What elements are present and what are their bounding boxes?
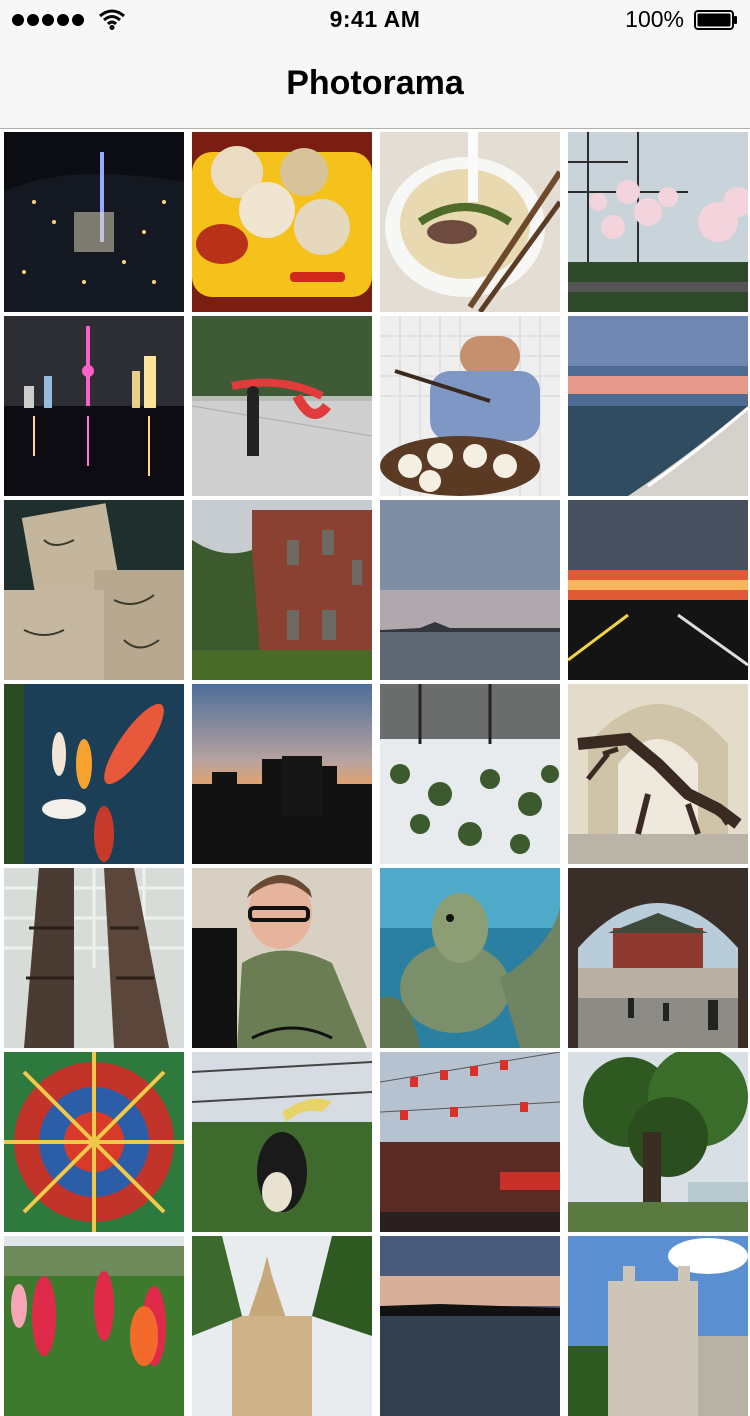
photo-thumbnail — [380, 868, 560, 1048]
photo-cell[interactable] — [380, 316, 560, 496]
photo-thumbnail — [4, 1236, 184, 1416]
photo-cell[interactable] — [192, 684, 372, 864]
photo-thumbnail — [380, 132, 560, 312]
photo-cell[interactable] — [568, 1236, 748, 1416]
photo-cell[interactable] — [192, 1236, 372, 1416]
photo-thumbnail — [380, 684, 560, 864]
photo-cell[interactable] — [568, 316, 748, 496]
photo-thumbnail — [568, 316, 748, 496]
photo-thumbnail — [568, 1236, 748, 1416]
photo-cell[interactable] — [4, 316, 184, 496]
photo-cell[interactable] — [192, 1052, 372, 1232]
photo-cell[interactable] — [568, 500, 748, 680]
photo-cell[interactable] — [192, 316, 372, 496]
photo-thumbnail — [4, 1052, 184, 1232]
photo-cell[interactable] — [192, 132, 372, 312]
photo-thumbnail — [192, 868, 372, 1048]
photo-cell[interactable] — [568, 1052, 748, 1232]
photo-thumbnail — [380, 316, 560, 496]
photo-thumbnail — [4, 316, 184, 496]
photo-thumbnail — [192, 1236, 372, 1416]
photo-cell[interactable] — [4, 868, 184, 1048]
photo-cell[interactable] — [568, 132, 748, 312]
status-bar: 9:41 AM 100% — [0, 0, 750, 40]
photo-thumbnail — [4, 500, 184, 680]
photo-thumbnail — [192, 684, 372, 864]
photo-thumbnail — [568, 500, 748, 680]
photo-thumbnail — [4, 868, 184, 1048]
photo-thumbnail — [568, 1052, 748, 1232]
photo-cell[interactable] — [568, 684, 748, 864]
photo-thumbnail — [192, 1052, 372, 1232]
photo-thumbnail — [568, 132, 748, 312]
battery-icon — [694, 10, 737, 30]
battery-percentage: 100% — [625, 6, 684, 32]
photo-cell[interactable] — [192, 500, 372, 680]
navigation-bar: Photorama — [0, 40, 750, 129]
photo-cell[interactable] — [380, 1052, 560, 1232]
photo-cell[interactable] — [568, 868, 748, 1048]
photo-thumbnail — [4, 684, 184, 864]
photo-thumbnail — [192, 316, 372, 496]
photo-cell[interactable] — [4, 684, 184, 864]
photo-thumbnail — [192, 132, 372, 312]
photo-grid — [4, 132, 748, 1416]
photo-thumbnail — [380, 500, 560, 680]
page-title: Photorama — [286, 64, 464, 102]
photo-cell[interactable] — [380, 500, 560, 680]
photo-cell[interactable] — [380, 1236, 560, 1416]
photo-thumbnail — [192, 500, 372, 680]
photo-thumbnail — [380, 1052, 560, 1232]
photo-cell[interactable] — [4, 500, 184, 680]
photo-cell[interactable] — [380, 684, 560, 864]
photo-cell[interactable] — [4, 1236, 184, 1416]
photo-thumbnail — [568, 868, 748, 1048]
photo-cell[interactable] — [192, 868, 372, 1048]
photo-thumbnail — [4, 132, 184, 312]
photo-cell[interactable] — [380, 132, 560, 312]
photo-cell[interactable] — [4, 132, 184, 312]
photo-cell[interactable] — [380, 868, 560, 1048]
photo-thumbnail — [380, 1236, 560, 1416]
photo-cell[interactable] — [4, 1052, 184, 1232]
photo-thumbnail — [568, 684, 748, 864]
